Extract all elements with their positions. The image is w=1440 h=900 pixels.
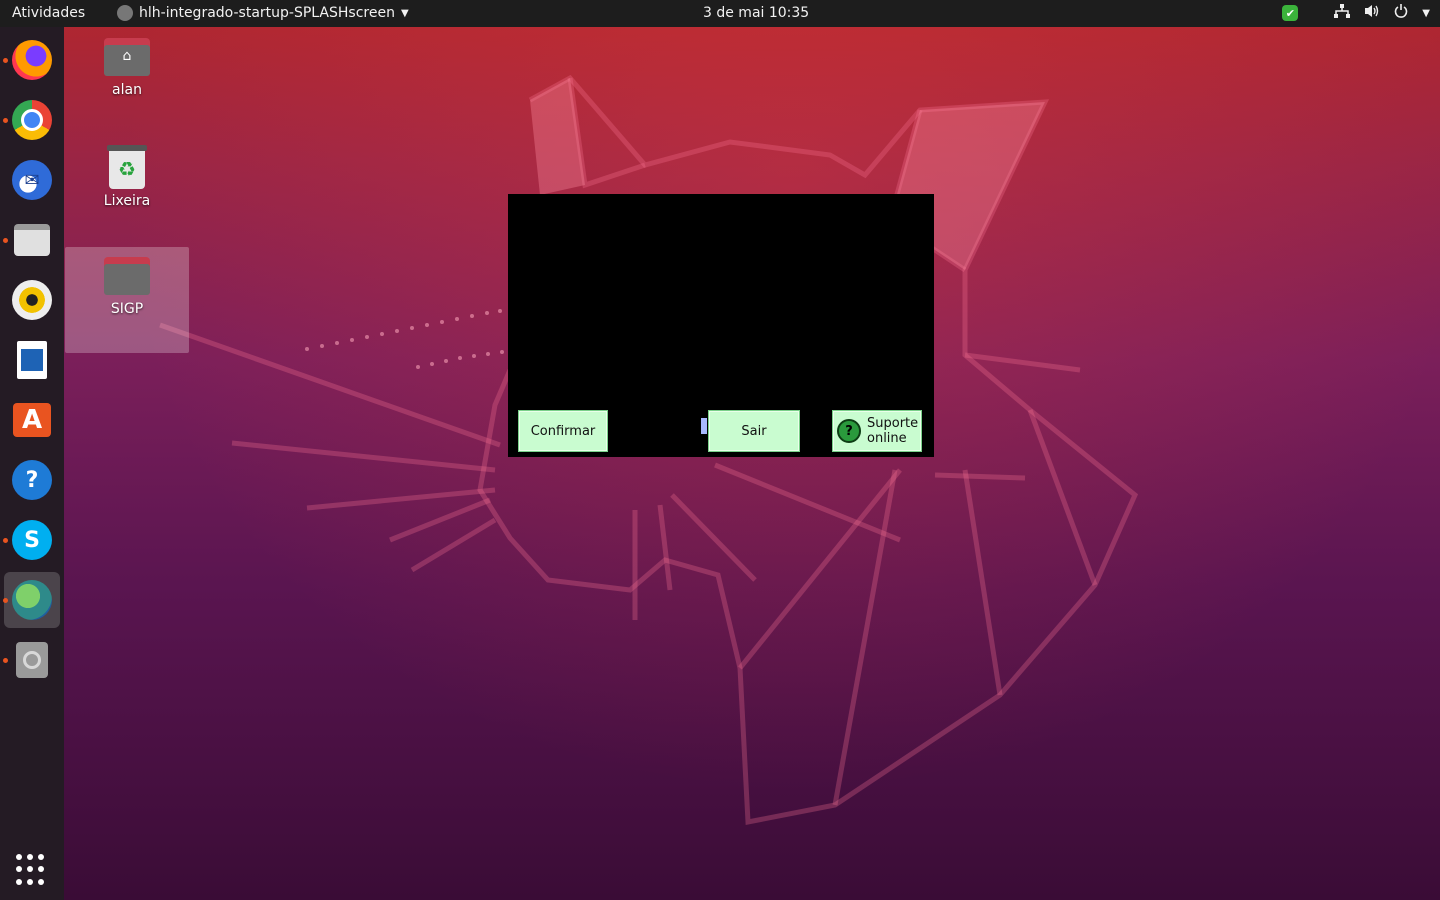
app-menu[interactable]: hlh-integrado-startup-SPLASHscreen ▼ (117, 5, 409, 21)
running-indicator (3, 118, 8, 123)
dock: ✉ A ? S (0, 27, 64, 900)
dock-item-disc[interactable] (3, 632, 60, 688)
home-folder-icon: ⌂ (104, 38, 150, 76)
running-indicator (3, 538, 8, 543)
desktop-icon-label: SIGP (110, 301, 144, 317)
network-icon (1334, 4, 1351, 22)
exit-button[interactable]: Sair (708, 410, 800, 452)
support-online-button[interactable]: ? Suporte online (832, 410, 922, 452)
desktop-icon-label: Lixeira (103, 193, 151, 209)
dock-item-files[interactable] (3, 212, 60, 268)
running-indicator (3, 598, 8, 603)
skype-icon: S (12, 520, 52, 560)
focus-indicator (701, 418, 707, 434)
dock-item-firefox[interactable] (3, 32, 60, 88)
disc-drive-icon (16, 642, 48, 678)
dock-item-java-app[interactable] (3, 572, 60, 628)
running-indicator (3, 58, 8, 63)
support-label: Suporte online (867, 416, 918, 446)
dock-item-help[interactable]: ? (4, 452, 60, 508)
chrome-icon (12, 100, 52, 140)
power-icon (1394, 4, 1408, 22)
clock[interactable]: 3 de mai 10:35 (703, 5, 809, 21)
globe-icon (12, 580, 52, 620)
dock-item-ubuntu-software[interactable]: A (4, 392, 60, 448)
files-icon (14, 224, 50, 256)
app-icon (117, 5, 133, 21)
dock-item-chrome[interactable] (3, 92, 60, 148)
running-indicator (3, 238, 8, 243)
trash-icon: ♻ (107, 145, 147, 189)
desktop-icon-sigp[interactable]: SIGP (65, 247, 189, 353)
desktop-icon-alan[interactable]: ⌂ alan (65, 28, 189, 134)
folder-icon (104, 257, 150, 295)
support-help-icon: ? (837, 419, 861, 443)
dock-item-skype[interactable]: S (3, 512, 60, 568)
desktop-icon-label: alan (112, 82, 142, 98)
dock-item-rhythmbox[interactable] (4, 272, 60, 328)
exit-button-label: Sair (741, 423, 767, 439)
ubuntu-software-icon: A (13, 403, 51, 437)
chevron-down-icon: ▼ (1422, 7, 1430, 19)
confirm-button[interactable]: Confirmar (518, 410, 608, 452)
system-tray[interactable]: ✔ ▼ (1282, 4, 1430, 22)
activities-button[interactable]: Atividades (12, 5, 85, 21)
rhythmbox-icon (12, 280, 52, 320)
show-applications-icon[interactable] (16, 854, 48, 886)
thunderbird-icon: ✉ (12, 160, 52, 200)
security-check-icon[interactable]: ✔ (1282, 5, 1299, 21)
volume-icon (1364, 4, 1380, 22)
app-menu-label: hlh-integrado-startup-SPLASHscreen (139, 5, 395, 21)
dock-item-writer[interactable] (4, 332, 60, 388)
top-bar: Atividades hlh-integrado-startup-SPLASHs… (0, 0, 1440, 27)
support-label-line1: Suporte (867, 416, 919, 431)
help-icon: ? (12, 460, 52, 500)
firefox-icon (12, 40, 52, 80)
desktop-icon-lixeira[interactable]: ♻ Lixeira (65, 135, 189, 241)
chevron-down-icon: ▼ (400, 7, 409, 19)
dock-item-thunderbird[interactable]: ✉ (4, 152, 60, 208)
writer-icon (17, 341, 47, 379)
running-indicator (3, 658, 8, 663)
splash-dialog: Confirmar Sair ? Suporte online (508, 194, 934, 457)
support-label-line2: online (867, 431, 907, 446)
